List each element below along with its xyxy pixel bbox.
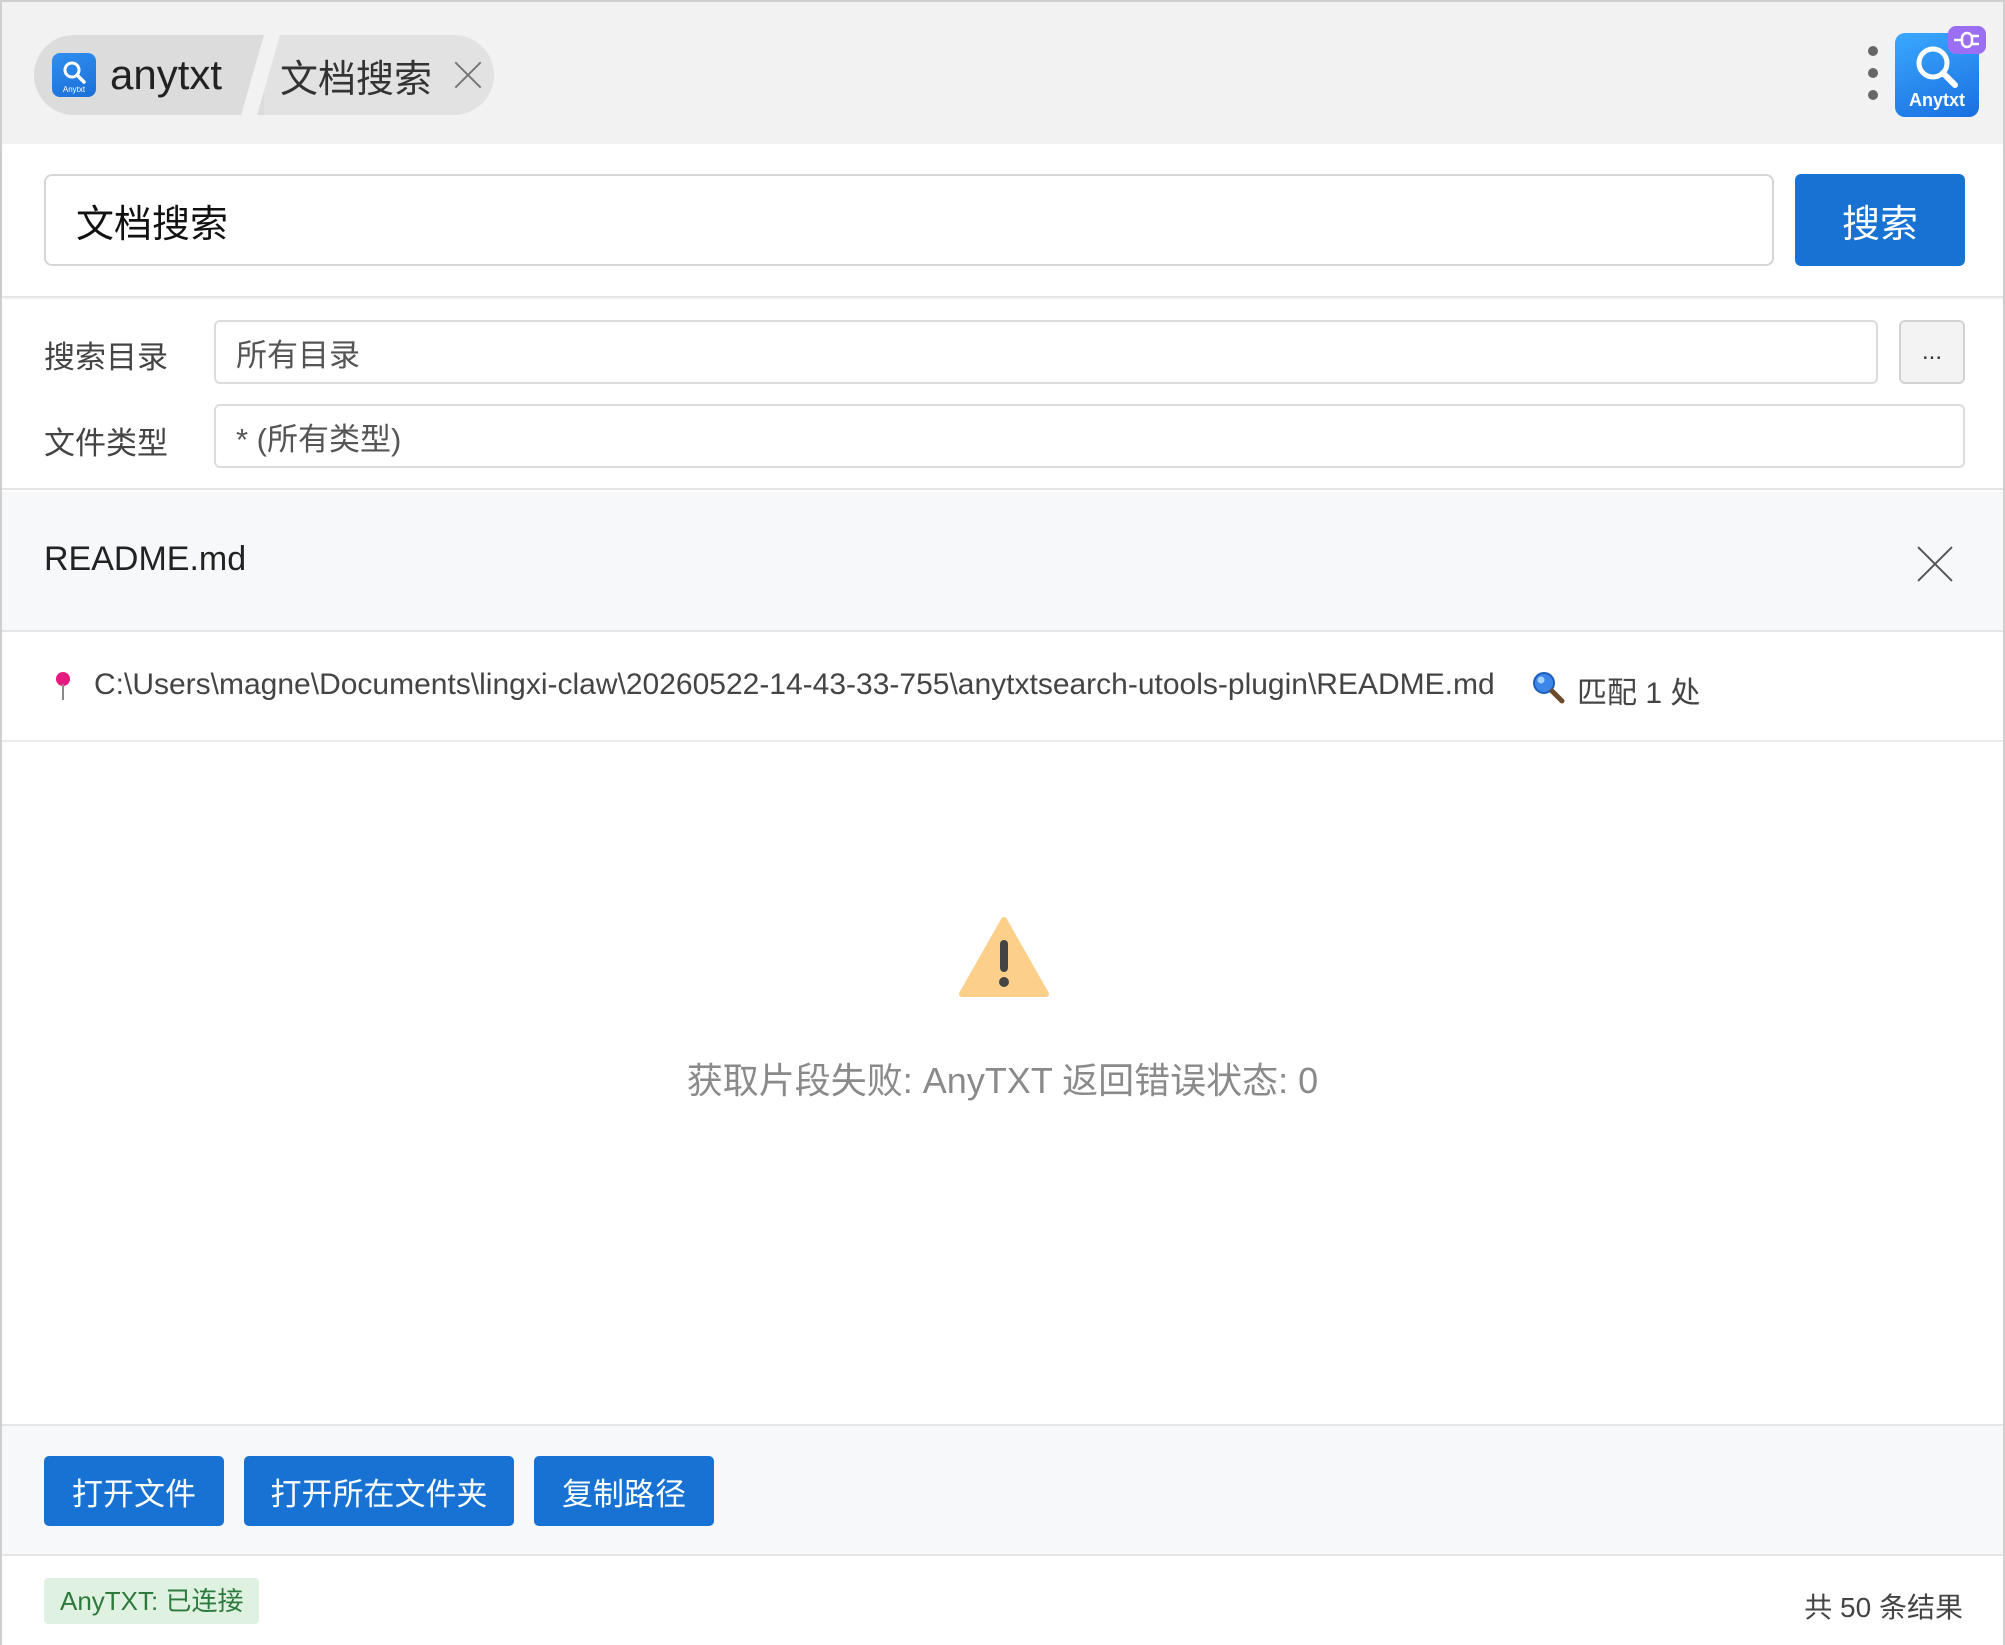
pin-icon (54, 672, 72, 702)
app-name: anytxt (110, 51, 223, 98)
directory-field[interactable] (214, 320, 1878, 384)
connection-status-badge: AnyTXT: 已连接 (44, 1578, 260, 1624)
app-window: Anytxt anytxt 文档搜索 Anytxt 文档搜索 搜索 搜索目录 所… (0, 0, 2005, 1645)
preview-header: README.md (2, 492, 2003, 632)
status-bar: AnyTXT: 已连接 共 50 条结果 (2, 1558, 2003, 1645)
file-type-label: 文件类型 (44, 426, 168, 461)
action-bar: 打开文件 打开所在文件夹 复制路径 (2, 1424, 2003, 1556)
logo-caption: Anytxt (62, 85, 86, 94)
anytxt-logo-icon: Anytxt (52, 53, 96, 97)
result-count: 共 50 条结果 (1804, 1592, 1963, 1623)
open-file-button[interactable]: 打开文件 (44, 1456, 224, 1526)
file-name-title: README.md (44, 540, 247, 578)
search-button[interactable]: 搜索 (1795, 174, 1965, 266)
search-filters: 搜索目录 ... 文件类型 (2, 300, 2003, 490)
title-bar: Anytxt anytxt 文档搜索 Anytxt (2, 2, 2003, 144)
preview-content: 获取片段失败: AnyTXT 返回错误状态: 0 (2, 744, 2003, 1424)
open-folder-button[interactable]: 打开所在文件夹 (244, 1456, 514, 1526)
tab-label: 文档搜索 (280, 58, 433, 101)
close-preview-icon[interactable] (1915, 544, 1955, 584)
close-tab-icon[interactable] (450, 57, 486, 93)
search-input[interactable] (44, 174, 1774, 266)
magnifier-icon (1533, 672, 1565, 704)
match-count: 匹配 1 处 (1577, 677, 1701, 710)
breadcrumb: Anytxt anytxt 文档搜索 (34, 35, 494, 115)
file-path: C:\Users\magne\Documents\lingxi-claw\202… (94, 668, 1495, 701)
app-tab[interactable]: Anytxt anytxt (34, 35, 264, 115)
more-menu-icon[interactable] (1864, 46, 1880, 100)
browse-directory-button[interactable]: ... (1899, 320, 1965, 384)
plug-icon (1948, 26, 1986, 54)
warning-icon (959, 917, 1049, 997)
copy-path-button[interactable]: 复制路径 (534, 1456, 714, 1526)
search-bar: 搜索 (2, 144, 2003, 298)
tab-document-search[interactable]: 文档搜索 (280, 35, 486, 115)
directory-label: 搜索目录 (44, 340, 168, 375)
file-info-row: C:\Users\magne\Documents\lingxi-claw\202… (2, 634, 2003, 742)
error-message: 获取片段失败: AnyTXT 返回错误状态: 0 (686, 1060, 1319, 1101)
app-icon-caption: Anytxt (1908, 90, 1965, 110)
file-type-field[interactable] (214, 404, 1965, 468)
